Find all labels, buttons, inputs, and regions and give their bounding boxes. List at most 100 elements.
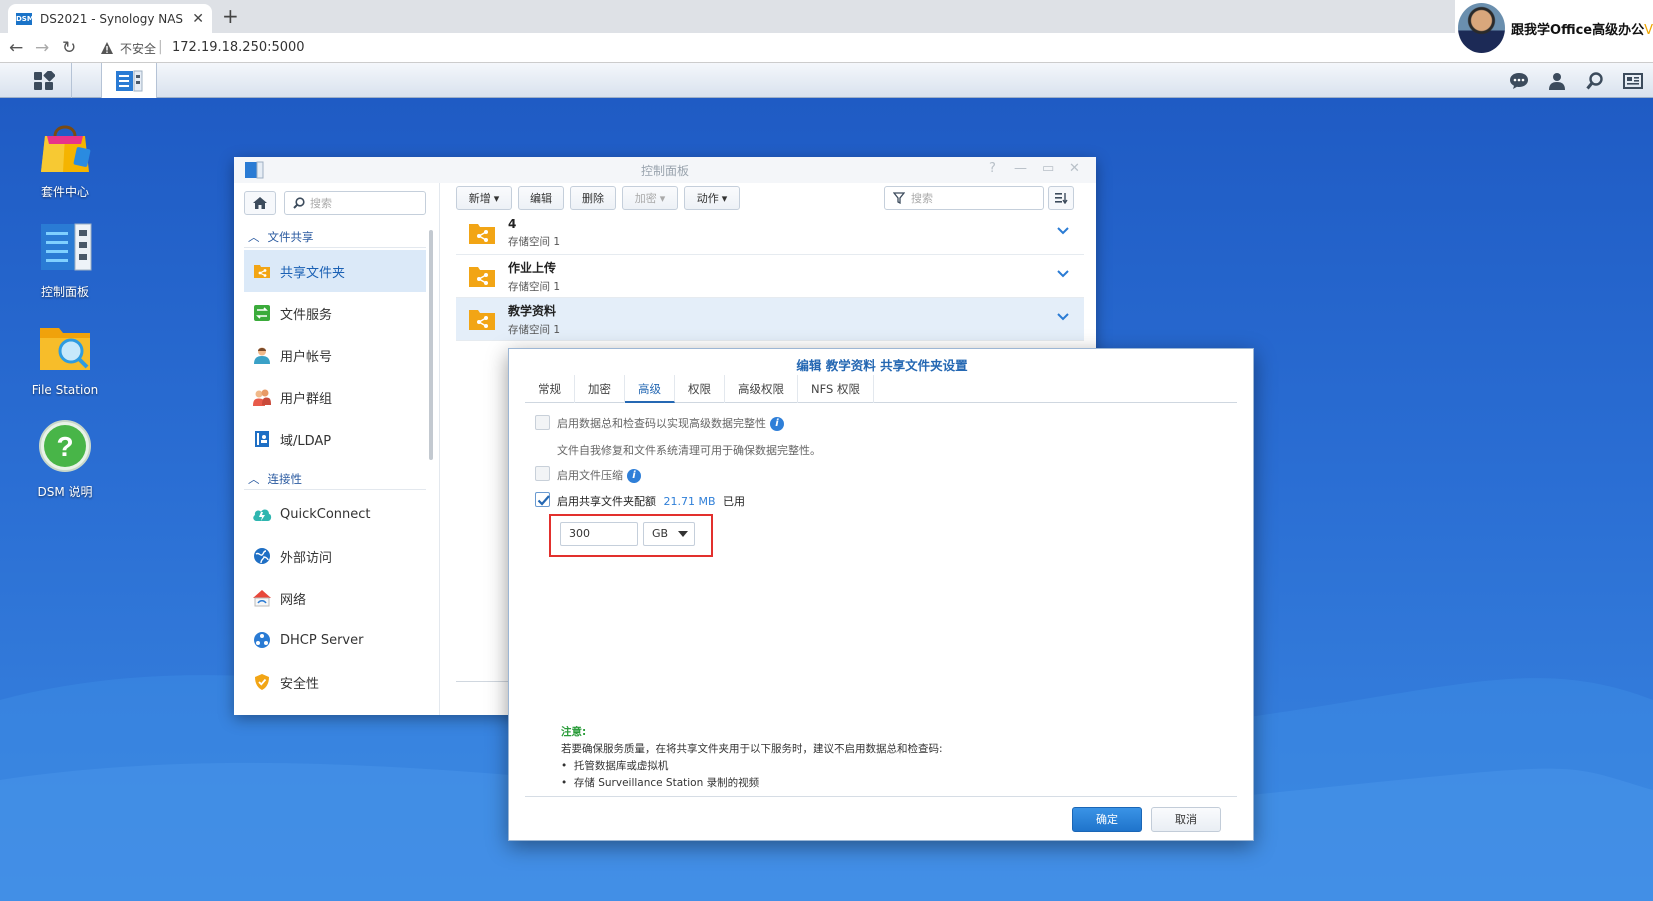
maximize-icon[interactable]: ▭	[1042, 161, 1054, 176]
synology-favicon-icon: DSM	[16, 13, 32, 25]
tab-close-icon[interactable]: ✕	[192, 11, 204, 27]
sidebar-item-label: 域/LDAP	[280, 430, 331, 449]
sidebar-item-quickconnect[interactable]: QuickConnect	[244, 493, 426, 535]
delete-button[interactable]: 删除	[570, 186, 616, 210]
browser-tab[interactable]: DSM DS2021 - Synology NAS ✕	[8, 4, 212, 33]
close-icon[interactable]: ✕	[1069, 161, 1080, 176]
sort-button[interactable]	[1048, 186, 1074, 210]
insecure-label[interactable]: 不安全	[120, 40, 156, 57]
shared-folder-icon	[468, 307, 496, 331]
info-icon[interactable]: i	[770, 417, 784, 431]
shared-folder-row[interactable]: 4存储空间 1	[456, 212, 1084, 255]
compression-checkbox[interactable]	[535, 466, 550, 481]
section-file-sharing[interactable]: ︿ 文件共享	[248, 229, 314, 245]
desktop-dsm-help[interactable]: ? DSM 说明	[15, 418, 115, 500]
create-button[interactable]: 新增▾	[456, 186, 512, 210]
chat-button[interactable]	[1500, 63, 1538, 98]
sidebar-scrollbar[interactable]	[429, 230, 433, 460]
sidebar-item-external-access[interactable]: 外部访问	[244, 535, 426, 577]
sidebar-item-shared-folder[interactable]: 共享文件夹	[244, 250, 426, 292]
back-icon[interactable]: ←	[9, 38, 23, 58]
tab-general[interactable]: 常规	[525, 375, 575, 403]
desktop-file-station[interactable]: File Station	[15, 318, 115, 397]
browser-tab-title: DS2021 - Synology NAS	[40, 12, 192, 26]
note-text: 若要确保服务质量，在将共享文件夹用于以下服务时，建议不启用数据总和检查码:	[561, 741, 1241, 758]
sidebar-search-input[interactable]: 搜索	[284, 191, 426, 215]
share-info: 4存储空间 1	[508, 217, 560, 249]
encrypt-button[interactable]: 加密▾	[622, 186, 678, 210]
home-button[interactable]	[244, 191, 276, 215]
tab-advanced-permissions[interactable]: 高级权限	[725, 375, 798, 403]
quota-used-value: 21.71 MB	[664, 495, 716, 508]
window-titlebar[interactable]: 控制面板 ? — ▭ ✕	[234, 157, 1096, 183]
new-tab-icon[interactable]: +	[222, 6, 239, 26]
chevron-down-icon[interactable]	[1056, 269, 1070, 279]
tab-advanced[interactable]: 高级	[625, 375, 675, 403]
shared-folder-row[interactable]: 作业上传存储空间 1	[456, 255, 1084, 298]
reload-icon[interactable]: ↻	[62, 38, 76, 58]
minimize-icon[interactable]: —	[1014, 161, 1027, 176]
widgets-button[interactable]	[1614, 63, 1652, 98]
checksum-label: 启用数据总和检查码以实现高级数据完整性i	[557, 415, 784, 431]
taskbar-control-panel-button[interactable]	[101, 63, 157, 98]
note-item: • 存储 Surveillance Station 录制的视频	[561, 775, 1241, 792]
sidebar-item-label: 用户帐号	[280, 346, 332, 365]
action-button[interactable]: 动作▾	[684, 186, 740, 210]
user-menu-button[interactable]	[1538, 63, 1576, 98]
quota-unit-value: GB	[652, 527, 668, 540]
quota-unit-select[interactable]: GB	[643, 522, 695, 546]
help-icon[interactable]: ?	[989, 161, 996, 176]
section-connectivity[interactable]: ︿ 连接性	[248, 471, 302, 487]
desktop-control-panel[interactable]: 控制面板	[15, 218, 115, 300]
cancel-button[interactable]: 取消	[1151, 807, 1221, 832]
sidebar-item-user[interactable]: 用户帐号	[244, 334, 426, 376]
edit-button[interactable]: 编辑	[518, 186, 564, 210]
sidebar-item-domain-ldap[interactable]: 域/LDAP	[244, 418, 426, 460]
dsm-help-icon: ?	[37, 418, 93, 476]
svg-text:?: ?	[56, 431, 73, 462]
url-input[interactable]: 172.19.18.250:5000	[172, 40, 305, 55]
checkmark-icon	[536, 493, 551, 508]
sidebar-item-file-services[interactable]: 文件服务	[244, 292, 426, 334]
checksum-checkbox[interactable]	[535, 415, 550, 430]
user-icon	[1548, 72, 1566, 90]
sidebar-item-dhcp-server[interactable]: DHCP Server	[244, 619, 426, 661]
desktop-icon-label: 套件中心	[15, 183, 115, 200]
quota-label: 启用共享文件夹配额 21.71 MB 已用	[557, 493, 745, 509]
chevron-down-icon[interactable]	[1056, 226, 1070, 236]
browser-address-bar: ← → ↻ 不安全 | 172.19.18.250:5000	[0, 33, 1653, 63]
button-label: 编辑	[530, 190, 552, 206]
profile-badge: 跟我学Office高级办公V	[1455, 0, 1653, 56]
quota-checkbox[interactable]	[535, 492, 550, 507]
info-icon[interactable]: i	[627, 469, 641, 483]
search-button[interactable]	[1576, 63, 1614, 98]
chevron-down-icon[interactable]	[1056, 312, 1070, 322]
desktop-icon-label: DSM 说明	[15, 483, 115, 500]
file-station-icon	[37, 318, 93, 376]
share-name: 作业上传	[508, 259, 560, 276]
sidebar-item-security[interactable]: 安全性	[244, 661, 426, 703]
filter-search-input[interactable]: 搜索	[884, 186, 1044, 210]
tab-permissions[interactable]: 权限	[675, 375, 725, 403]
section-label: 连接性	[268, 471, 303, 487]
tab-nfs-permissions[interactable]: NFS 权限	[798, 375, 874, 403]
share-info: 教学资料存储空间 1	[508, 302, 560, 337]
desktop-icon-label: 控制面板	[15, 283, 115, 300]
ok-button[interactable]: 确定	[1072, 807, 1142, 832]
button-label: 加密	[635, 190, 657, 206]
main-menu-button[interactable]	[16, 63, 72, 98]
shared-folder-icon	[468, 264, 496, 288]
file-services-icon	[252, 303, 272, 323]
sidebar-item-network[interactable]: 网络	[244, 577, 426, 619]
quota-size-input[interactable]: 300	[560, 522, 638, 546]
sidebar-item-group[interactable]: 用户群组	[244, 376, 426, 418]
forward-icon[interactable]: →	[35, 38, 49, 58]
desktop-package-center[interactable]: 套件中心	[15, 118, 115, 200]
shield-icon	[252, 672, 272, 692]
user-icon	[252, 345, 272, 365]
caret-down-icon: ▾	[722, 192, 728, 205]
sidebar-item-label: 网络	[280, 589, 306, 608]
shared-folder-row[interactable]: 教学资料存储空间 1	[456, 298, 1084, 341]
tab-encryption[interactable]: 加密	[575, 375, 625, 403]
share-name: 4	[508, 217, 560, 231]
